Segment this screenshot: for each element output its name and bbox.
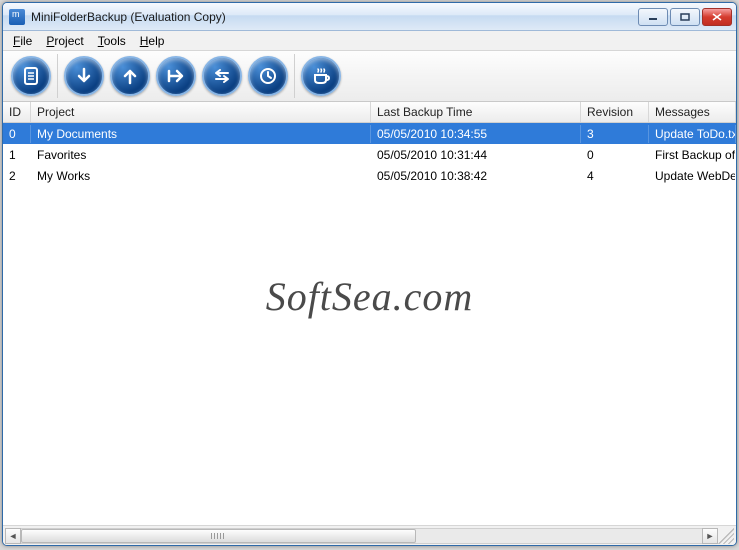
arrow-down-icon	[73, 65, 95, 87]
document-icon	[20, 65, 42, 87]
arrow-right-icon	[165, 65, 187, 87]
header-messages[interactable]: Messages	[649, 102, 736, 122]
cell-message: Update ToDo.txt.	[649, 125, 736, 143]
schedule-button[interactable]	[248, 56, 288, 96]
app-icon	[9, 9, 25, 25]
cell-time: 05/05/2010 10:38:42	[371, 167, 581, 185]
window-title: MiniFolderBackup (Evaluation Copy)	[31, 10, 638, 24]
sync-arrows-icon	[211, 65, 233, 87]
download-button[interactable]	[64, 56, 104, 96]
header-revision[interactable]: Revision	[581, 102, 649, 122]
sync-button[interactable]	[202, 56, 242, 96]
cell-project: Favorites	[31, 146, 371, 164]
cell-time: 05/05/2010 10:34:55	[371, 125, 581, 143]
table-body: 0My Documents05/05/2010 10:34:553Update …	[3, 123, 736, 525]
header-project[interactable]: Project	[31, 102, 371, 122]
menu-help[interactable]: Help	[134, 32, 171, 50]
scroll-thumb[interactable]	[21, 529, 416, 543]
minimize-button[interactable]	[638, 8, 668, 26]
horizontal-scrollbar[interactable]: ◄ ►	[5, 528, 718, 544]
app-window: MiniFolderBackup (Evaluation Copy) File …	[2, 2, 737, 546]
menu-tools[interactable]: Tools	[92, 32, 132, 50]
document-button[interactable]	[11, 56, 51, 96]
menu-file[interactable]: File	[7, 32, 38, 50]
upload-button[interactable]	[110, 56, 150, 96]
cell-revision: 0	[581, 146, 649, 164]
cell-id: 2	[3, 167, 31, 185]
cell-id: 0	[3, 125, 31, 143]
project-table: ID Project Last Backup Time Revision Mes…	[3, 102, 736, 525]
table-row[interactable]: 1Favorites05/05/2010 10:31:440First Back…	[3, 144, 736, 165]
export-button[interactable]	[156, 56, 196, 96]
scroll-left-button[interactable]: ◄	[5, 528, 21, 544]
cell-revision: 3	[581, 125, 649, 143]
scroll-track[interactable]	[21, 528, 702, 544]
cell-project: My Documents	[31, 125, 371, 143]
coffee-icon	[310, 65, 332, 87]
table-row[interactable]: 0My Documents05/05/2010 10:34:553Update …	[3, 123, 736, 144]
scroll-right-button[interactable]: ►	[702, 528, 718, 544]
minimize-icon	[648, 13, 658, 21]
arrow-up-icon	[119, 65, 141, 87]
maximize-button[interactable]	[670, 8, 700, 26]
header-last-backup[interactable]: Last Backup Time	[371, 102, 581, 122]
cell-id: 1	[3, 146, 31, 164]
menu-project[interactable]: Project	[40, 32, 89, 50]
close-button[interactable]	[702, 8, 732, 26]
cell-message: Update WebDesign.txt:1. Add N	[649, 167, 736, 185]
clock-icon	[257, 65, 279, 87]
cell-revision: 4	[581, 167, 649, 185]
header-id[interactable]: ID	[3, 102, 31, 122]
watermark-text: SoftSea.com	[3, 273, 736, 320]
cell-time: 05/05/2010 10:31:44	[371, 146, 581, 164]
toolbar	[3, 51, 736, 102]
table-row[interactable]: 2My Works05/05/2010 10:38:424Update WebD…	[3, 165, 736, 186]
menubar: File Project Tools Help	[3, 31, 736, 51]
table-header: ID Project Last Backup Time Revision Mes…	[3, 102, 736, 123]
cell-message: First Backup of Favorites	[649, 146, 736, 164]
titlebar[interactable]: MiniFolderBackup (Evaluation Copy)	[3, 3, 736, 31]
maximize-icon	[680, 13, 690, 21]
cell-project: My Works	[31, 167, 371, 185]
close-icon	[712, 13, 722, 21]
window-controls	[638, 8, 732, 26]
statusbar: ◄ ►	[3, 525, 736, 545]
coffee-button[interactable]	[301, 56, 341, 96]
resize-grip[interactable]	[718, 528, 734, 544]
